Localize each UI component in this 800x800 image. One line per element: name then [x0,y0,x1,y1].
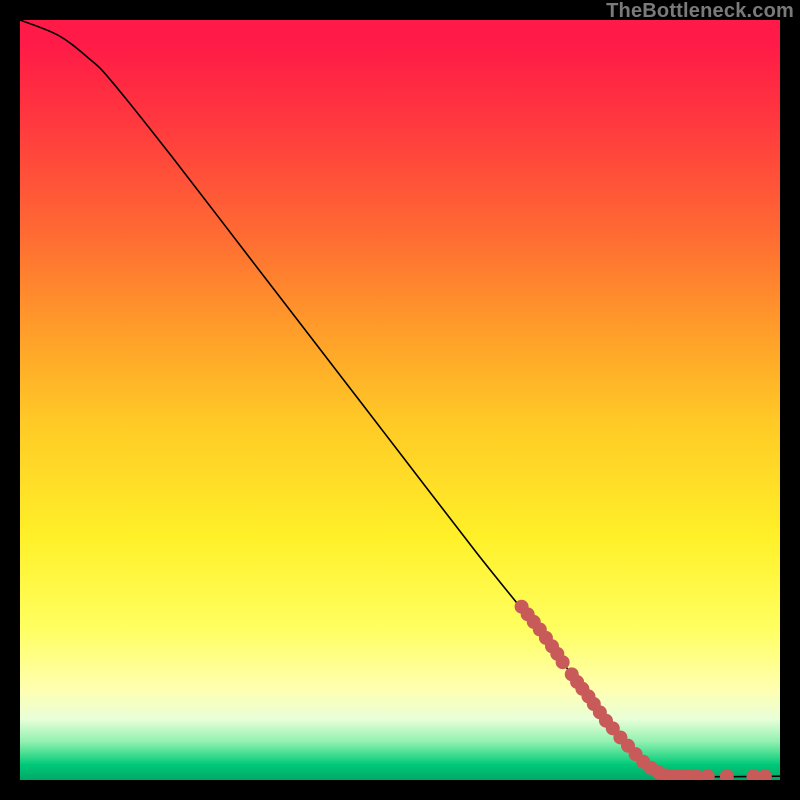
data-marker [701,770,714,780]
watermark-text: TheBottleneck.com [606,0,794,23]
data-marker [720,770,733,780]
curve-line [20,20,780,777]
data-marker [758,770,771,780]
plot-area [20,20,780,780]
data-marker [556,656,569,669]
chart-frame: TheBottleneck.com [0,0,800,800]
chart-svg [20,20,780,780]
markers-group [515,600,771,780]
